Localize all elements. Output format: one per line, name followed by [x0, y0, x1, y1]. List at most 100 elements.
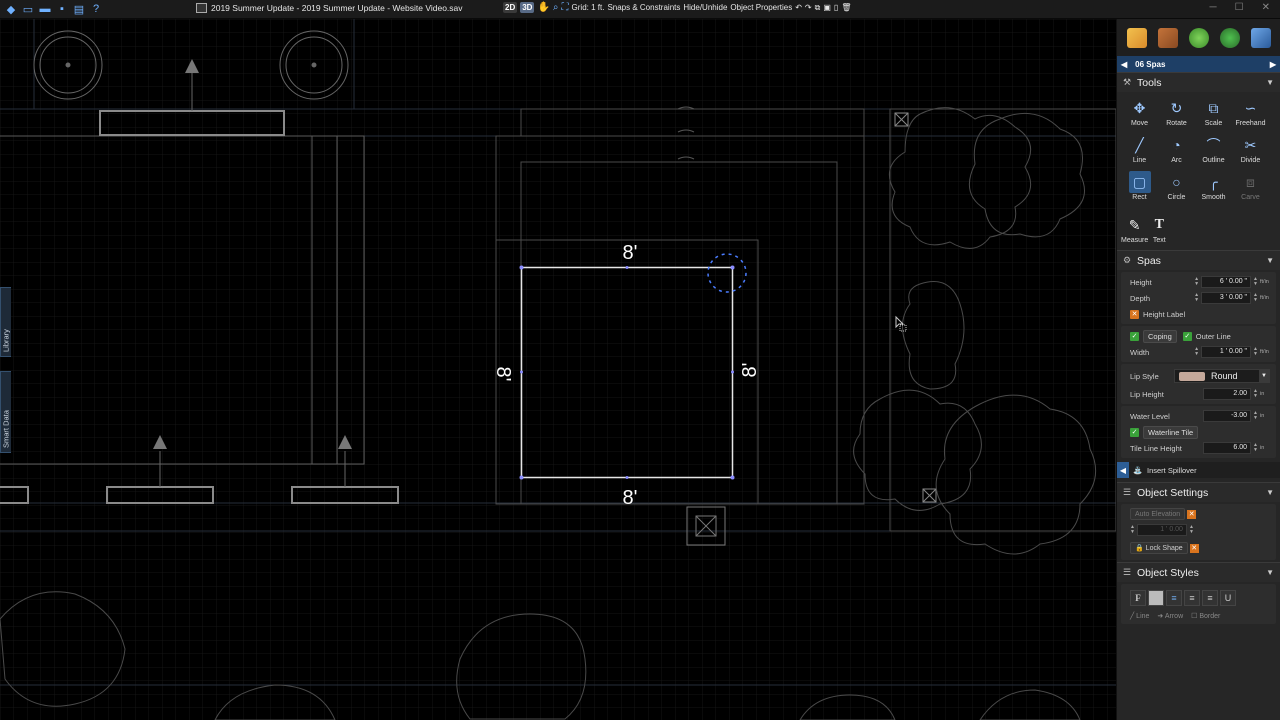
view-3d-button[interactable]: 3D — [520, 2, 535, 13]
paste-icon[interactable]: ▣ — [823, 3, 831, 12]
smart-data-tab[interactable]: Smart Data — [0, 371, 11, 453]
maximize-icon[interactable]: ☐ — [1235, 2, 1244, 13]
lip-swatch — [1179, 371, 1205, 381]
tool-line[interactable]: ╱ Line — [1121, 131, 1158, 168]
duplicate-icon[interactable]: ▯ — [834, 3, 838, 12]
tool-scale[interactable]: ⧉ Scale — [1195, 94, 1232, 131]
pan-hand-icon[interactable]: ✋ — [537, 2, 549, 13]
tool-carve[interactable]: ⧈ Carve — [1232, 168, 1269, 205]
image-icon[interactable] — [1250, 27, 1271, 48]
grid-button[interactable]: Grid: 1 ft. — [572, 3, 605, 12]
object-properties-button[interactable]: Object Properties — [730, 3, 792, 12]
waterline-tile-checkbox[interactable]: ✓ — [1130, 427, 1139, 437]
open-folder-icon[interactable]: ▬ — [38, 3, 52, 16]
stepper-icon[interactable]: ▲ ▼ — [1253, 277, 1258, 287]
app-menu-icon[interactable]: ◆ — [4, 3, 18, 16]
insert-spillover-button[interactable]: ◀ ⛲ Insert Spillover — [1117, 462, 1280, 478]
stepper-icon[interactable]: ▲ ▼ — [1253, 347, 1258, 357]
lock-shape-row: 🔒 Lock Shape ✕ — [1121, 538, 1276, 558]
lock-shape-button[interactable]: 🔒 Lock Shape — [1130, 542, 1188, 554]
copy-icon[interactable]: ⧉ — [815, 3, 821, 13]
coping-group: ✓ Coping ✓ Outer Line Width ▲ ▼ 1 ' 0.00 "… — [1121, 326, 1276, 362]
delete-icon[interactable]: 🗑 — [841, 3, 851, 12]
style-border-button[interactable]: ☐ Border — [1191, 612, 1220, 620]
stepper-icon[interactable]: ▲ ▼ — [1194, 293, 1199, 303]
chevron-down-icon: ▼ — [1266, 568, 1274, 577]
water-level-input[interactable]: -3.00 — [1203, 410, 1252, 422]
lock-shape-checkbox[interactable]: ✕ — [1189, 543, 1199, 553]
stepper-icon[interactable]: ▲ ▼ — [1253, 411, 1258, 421]
library-tab[interactable]: Library — [0, 287, 11, 357]
zoom-extents-icon[interactable]: ⛶ — [562, 2, 569, 13]
outer-line-checkbox[interactable]: ✓ — [1182, 331, 1192, 341]
stepper-icon[interactable]: ▲ ▼ — [1253, 443, 1258, 453]
brick-icon[interactable] — [1157, 27, 1178, 48]
depth-row: Depth ▲ ▼ 3 ' 0.00 " ▲ ▼ ft/in — [1121, 290, 1276, 306]
outer-line-label: Outer Line — [1195, 331, 1231, 341]
pencil-icon[interactable] — [1126, 27, 1147, 48]
stepper-icon[interactable]: ▲ ▼ — [1253, 293, 1258, 303]
tile-line-height-input[interactable]: 6.00 — [1203, 442, 1252, 454]
waterline-tile-button[interactable]: Waterline Tile — [1143, 425, 1199, 439]
outline-icon: ⌒ — [1206, 137, 1221, 153]
coping-button[interactable]: Coping — [1143, 329, 1177, 343]
tool-freehand[interactable]: ∽ Freehand — [1232, 94, 1269, 131]
tool-arc[interactable]: ◔ Arc — [1158, 131, 1195, 168]
lip-height-input[interactable]: 2.00 — [1203, 388, 1252, 400]
lip-style-select[interactable]: Round ▼ — [1174, 369, 1270, 383]
auto-elevation-button[interactable]: Auto Elevation — [1130, 508, 1186, 520]
tool-divide[interactable]: ✂ Divide — [1232, 131, 1269, 168]
smart-data-tab-label: Smart Data — [1, 410, 11, 448]
tool-rect[interactable]: ▢ Rect — [1121, 168, 1158, 205]
stepper-icon[interactable]: ▲ ▼ — [1194, 347, 1199, 357]
object-styles-title: Object Styles — [1137, 566, 1199, 579]
zoom-icon[interactable]: ⌕ — [553, 2, 559, 13]
fill-color-icon[interactable] — [1148, 590, 1164, 606]
object-styles-header[interactable]: ☰ Object Styles ▼ — [1117, 562, 1280, 582]
tool-move[interactable]: ✥ Move — [1121, 94, 1158, 131]
check-icon[interactable] — [1219, 27, 1240, 48]
tool-circle[interactable]: ○ Circle — [1158, 168, 1195, 205]
plant-icon[interactable] — [1188, 27, 1209, 48]
help-icon[interactable]: ? — [89, 3, 103, 16]
tool-smooth[interactable]: ╭ Smooth — [1195, 168, 1232, 205]
height-label-checkbox[interactable]: ✕ — [1130, 309, 1139, 319]
coping-checkbox[interactable]: ✓ — [1130, 331, 1139, 341]
minimize-icon[interactable]: ─ — [1210, 2, 1217, 13]
breadcrumb-forward-icon[interactable]: ▶ — [1270, 60, 1276, 69]
tool-rotate[interactable]: ↻ Rotate — [1158, 94, 1195, 131]
close-icon[interactable]: ✕ — [1262, 2, 1270, 13]
style-line-button[interactable]: ╱ Line — [1130, 612, 1149, 620]
tool-measure[interactable]: ✎ Measure — [1121, 211, 1148, 248]
auto-elevation-checkbox[interactable]: ✕ — [1187, 509, 1197, 519]
arc-icon: ◔ — [1172, 137, 1181, 153]
align-left-icon[interactable]: ≡ — [1166, 590, 1182, 606]
width-input[interactable]: 1 ' 0.00 " — [1201, 346, 1252, 358]
stepper-icon[interactable]: ▲ ▼ — [1253, 389, 1258, 399]
align-right-icon[interactable]: ≡ — [1202, 590, 1218, 606]
spas-section-header[interactable]: ⚙ Spas ▼ — [1117, 250, 1280, 270]
view-2d-button[interactable]: 2D — [503, 2, 518, 13]
hide-unhide-button[interactable]: Hide/Unhide — [683, 3, 727, 12]
tool-outline[interactable]: ⌒ Outline — [1195, 131, 1232, 168]
object-settings-header[interactable]: ☰ Object Settings ▼ — [1117, 482, 1280, 502]
snaps-constraints-button[interactable]: Snaps & Constraints — [607, 3, 680, 12]
undo-icon[interactable]: ↶ — [795, 3, 802, 12]
align-center-icon[interactable]: ≡ — [1184, 590, 1200, 606]
print-icon[interactable]: ▤ — [72, 3, 86, 16]
height-input[interactable]: 6 ' 0.00 " — [1201, 276, 1252, 288]
new-file-icon[interactable]: ▭ — [21, 3, 35, 16]
underline-icon[interactable]: U — [1220, 590, 1236, 606]
depth-input[interactable]: 3 ' 0.00 " — [1201, 292, 1252, 304]
stepper-icon[interactable]: ▲ ▼ — [1194, 277, 1199, 287]
font-icon[interactable]: F — [1130, 590, 1146, 606]
tool-text[interactable]: T Text — [1148, 211, 1170, 248]
tools-section-header[interactable]: ⚒ Tools ▼ — [1117, 72, 1280, 92]
height-row: Height ▲ ▼ 6 ' 0.00 " ▲ ▼ ft/in — [1121, 274, 1276, 290]
save-icon[interactable]: ▪ — [55, 3, 69, 16]
redo-icon[interactable]: ↷ — [805, 3, 812, 12]
design-canvas[interactable]: 8' 8' 8' 8' Library Smart Data — [0, 19, 1116, 720]
style-arrow-button[interactable]: ➜ Arrow — [1157, 612, 1183, 620]
document-icon — [196, 3, 207, 13]
height-label-row[interactable]: ✕ Height Label — [1121, 306, 1276, 322]
